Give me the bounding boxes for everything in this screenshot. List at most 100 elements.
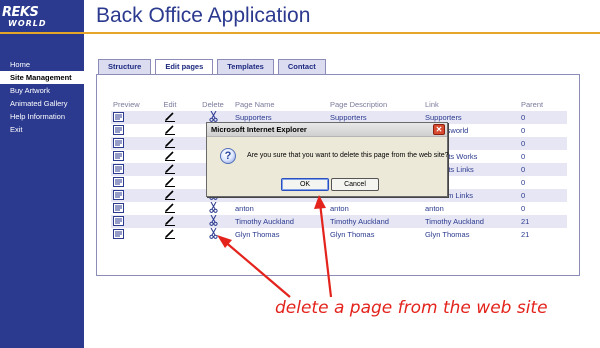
table-row: Glyn Thomas Glyn Thomas Glyn Thomas 21 [111,227,567,241]
icon-cell [147,111,191,124]
dialog-titlebar: Microsoft Internet Explorer ✕ [207,123,447,137]
page-title: Back Office Application [96,4,311,27]
pencil-icon[interactable] [164,111,176,124]
cell-parent: 0 [519,189,567,202]
table-row: Timothy Auckland Timothy Auckland Timothy … [111,214,567,228]
icon-cell [191,227,233,241]
sidebar-item-home[interactable]: Home [0,58,84,71]
cell-link[interactable]: anton [423,202,519,215]
preview-icon[interactable] [113,137,124,150]
sidebar-item-help-information[interactable]: Help Information [0,110,84,123]
col-header-preview: Preview [113,100,140,109]
scissors-icon[interactable] [208,227,218,241]
pencil-icon[interactable] [164,137,176,150]
icon-cell [147,137,191,150]
cell-parent: 21 [519,215,567,228]
col-header-link: Link [425,100,439,109]
cancel-button[interactable]: Cancel [331,178,379,191]
icon-cell [147,124,191,137]
scissors-icon[interactable] [208,201,218,215]
preview-icon[interactable] [113,163,124,176]
cell-page-name[interactable]: anton [233,202,328,215]
tab-bar: Structure Edit pages Templates Contact [98,59,330,74]
tab-contact[interactable]: Contact [277,59,326,74]
cell-page-description: Timothy Auckland [328,215,423,228]
tab-templates[interactable]: Templates [217,59,274,74]
icon-cell [191,214,233,228]
table-row: anton anton anton 0 [111,201,567,215]
cell-parent: 0 [519,176,567,189]
icon-cell [111,202,147,215]
reksworld-logo[interactable]: REKS WORLD [2,6,58,30]
preview-icon[interactable] [113,228,124,241]
pencil-icon[interactable] [164,228,176,241]
col-header-delete: Delete [202,100,224,109]
close-icon[interactable]: ✕ [433,124,445,135]
icon-cell [147,163,191,176]
col-header-page-description: Page Description [330,100,388,109]
icon-cell [111,176,147,189]
icon-cell [111,189,147,202]
icon-cell [111,124,147,137]
pencil-icon[interactable] [164,150,176,163]
confirm-dialog: Microsoft Internet Explorer ✕ ? Are you … [206,122,449,197]
sidebar-nav: Home Site Management Buy Artwork Animate… [0,58,84,136]
cell-link[interactable]: Timothy Auckland [423,215,519,228]
question-icon: ? [220,148,236,164]
cell-parent: 0 [519,163,567,176]
sidebar-item-buy-artwork[interactable]: Buy Artwork [0,84,84,97]
icon-cell [147,202,191,215]
pencil-icon[interactable] [164,189,176,202]
sidebar-item-animated-gallery[interactable]: Animated Gallery [0,97,84,110]
cell-page-name[interactable]: Glyn Thomas [233,228,328,241]
icon-cell [111,228,147,241]
scissors-icon[interactable] [208,214,218,228]
header-divider [84,32,600,34]
icon-cell [191,201,233,215]
icon-cell [147,215,191,228]
sidebar-item-site-management[interactable]: Site Management [0,71,84,84]
cell-parent: 0 [519,124,567,137]
preview-icon[interactable] [113,124,124,137]
tab-structure[interactable]: Structure [98,59,152,74]
icon-cell [111,111,147,124]
logo-line1: REKS [2,5,39,20]
icon-cell [147,228,191,241]
icon-cell [147,189,191,202]
cell-parent: 0 [519,137,567,150]
ok-button[interactable]: OK [281,178,329,191]
cell-page-description: anton [328,202,423,215]
sidebar-item-exit[interactable]: Exit [0,123,84,136]
col-header-parent: Parent [521,100,544,109]
cell-link[interactable]: Glyn Thomas [423,228,519,241]
col-header-page-name: Page Name [235,100,275,109]
icon-cell [111,137,147,150]
cell-parent: 0 [519,202,567,215]
cell-page-name[interactable]: Timothy Auckland [233,215,328,228]
preview-icon[interactable] [113,150,124,163]
cell-page-description: Glyn Thomas [328,228,423,241]
icon-cell [147,150,191,163]
preview-icon[interactable] [113,176,124,189]
preview-icon[interactable] [113,189,124,202]
pencil-icon[interactable] [164,176,176,189]
col-header-edit: Edit [163,100,177,109]
pencil-icon[interactable] [164,202,176,215]
annotation-caption: delete a page from the web site [275,298,548,318]
icon-cell [111,215,147,228]
logo-line2: WORLD [8,19,47,28]
dialog-message: Are you sure that you want to delete thi… [247,152,449,159]
preview-icon[interactable] [113,215,124,228]
icon-cell [111,163,147,176]
preview-icon[interactable] [113,202,124,215]
pencil-icon[interactable] [164,124,176,137]
sidebar: REKS WORLD Home Site Management Buy Artw… [0,0,84,348]
preview-icon[interactable] [113,111,124,124]
pencil-icon[interactable] [164,163,176,176]
pencil-icon[interactable] [164,215,176,228]
tab-edit-pages[interactable]: Edit pages [155,59,214,74]
cell-parent: 0 [519,111,567,124]
logo-underline [0,32,84,34]
icon-cell [147,176,191,189]
icon-cell [111,150,147,163]
